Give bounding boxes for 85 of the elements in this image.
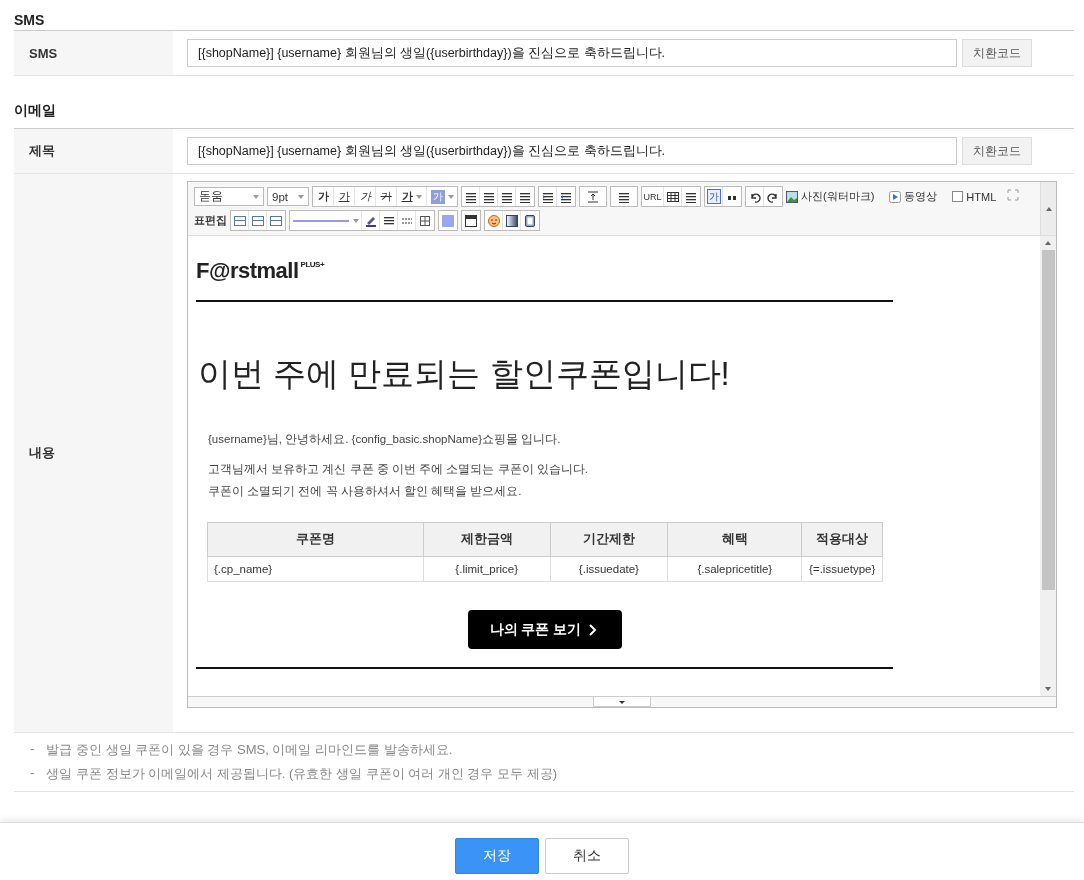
- toolbar-scrollbar[interactable]: [1040, 182, 1056, 235]
- note-text: 발급 중인 생일 쿠폰이 있을 경우 SMS, 이메일 리마인드를 발송하세요.: [46, 741, 453, 759]
- line-height-icon: [587, 190, 599, 203]
- align-right-icon: [500, 190, 513, 203]
- justify-icon: [519, 190, 531, 203]
- sms-input-field[interactable]: [{shopName}] {username} 회원님의 생일({userbirthday})을 진심으로 축하드립니다.: [187, 39, 957, 67]
- table-edit-label: 표편집: [194, 213, 227, 228]
- fill-swatch-icon: [442, 214, 454, 227]
- bullet: -: [30, 765, 35, 782]
- column-header: 제한금액: [423, 522, 551, 557]
- table-cell: {.cp_name}: [207, 556, 424, 582]
- field-label: 내용: [14, 174, 173, 732]
- message-text: 쿠폰이 소멸되기 전에 꼭 사용하셔서 할인 혜택을 받으세요.: [208, 484, 523, 499]
- caret-down-icon: [618, 698, 626, 705]
- emoticon-button[interactable]: [485, 211, 503, 230]
- table-cell: {.salepricetitle}: [667, 556, 802, 582]
- grid-icon: [419, 214, 431, 227]
- smiley-icon: [487, 214, 500, 227]
- bold-button[interactable]: 가: [313, 187, 334, 206]
- font-size-select[interactable]: 9pt: [267, 187, 309, 206]
- table-button[interactable]: [664, 187, 682, 206]
- underline-button[interactable]: 가: [334, 187, 355, 206]
- table-cell-icon: [251, 214, 264, 227]
- fullscreen-icon: [1007, 189, 1020, 201]
- table-header-icon: [465, 214, 477, 227]
- table-cell-icon: [270, 214, 282, 227]
- caret-icon: [415, 194, 422, 199]
- url-button[interactable]: URL: [642, 187, 664, 206]
- table-cell: {=.issuetype}: [801, 556, 883, 582]
- column-header: 쿠폰명: [207, 522, 424, 557]
- resize-handle[interactable]: [593, 697, 651, 707]
- substitution-code-button[interactable]: 치환코드: [962, 39, 1032, 67]
- scroll-up-icon[interactable]: [1044, 240, 1052, 246]
- insert-row-button[interactable]: [231, 211, 249, 230]
- play-icon: [889, 190, 902, 203]
- scroll-down-icon[interactable]: [1044, 686, 1052, 692]
- font-select[interactable]: 돋움: [194, 187, 264, 206]
- scroll-up-icon[interactable]: [1044, 206, 1053, 212]
- page-icon: [524, 214, 536, 227]
- gradient-square-icon: [505, 214, 518, 227]
- greeting-text: {username}님, 안녕하세요. {config_basic.shopName}쇼핑몰 입니다.: [208, 432, 562, 447]
- special-character-button[interactable]: 가: [705, 187, 723, 206]
- cancel-button[interactable]: 취소: [545, 838, 629, 874]
- outdent-icon: [560, 190, 572, 203]
- html-toggle[interactable]: HTML: [952, 190, 997, 203]
- rich-text-editor[interactable]: [187, 181, 1057, 708]
- email-heading: 이번 주에 만료되는 할인쿠폰입니다!: [198, 354, 731, 394]
- section-title: 이메일: [14, 101, 57, 120]
- align-left-icon: [464, 190, 477, 203]
- view-coupons-button[interactable]: 나의 쿠폰 보기: [467, 610, 622, 649]
- table-cell-icon: [233, 214, 246, 227]
- table-cell: {.issuedate}: [550, 556, 668, 582]
- field-label: 제목: [14, 129, 173, 173]
- subject-input-field[interactable]: [{shopName}] {username} 회원님의 생일({userbirthday})을 진심으로 축하드립니다.: [187, 137, 957, 165]
- lines-icon: [382, 214, 395, 227]
- caret-icon: [447, 194, 454, 199]
- column-header: 기간제한: [550, 522, 668, 557]
- italic-button[interactable]: 가: [355, 187, 376, 206]
- table-icon: [666, 190, 679, 203]
- landscape-icon: [786, 190, 798, 203]
- note-text: 생일 쿠폰 정보가 이메일에서 제공됩니다. (유효한 생일 쿠폰이 여러 개인 경우 모두 제공): [46, 765, 557, 783]
- field-label: SMS: [14, 31, 173, 75]
- video-button[interactable]: 동영상: [889, 189, 938, 204]
- pen-icon: [364, 214, 377, 227]
- redo-icon: [767, 190, 779, 203]
- caret-icon: [352, 218, 359, 223]
- column-header: 적용대상: [801, 522, 883, 557]
- undo-icon: [748, 190, 761, 203]
- align-center-icon: [482, 190, 495, 203]
- indent-icon: [541, 190, 554, 203]
- column-header: 혜택: [667, 522, 802, 557]
- insert-column-button[interactable]: [249, 211, 267, 230]
- html-checkbox[interactable]: [952, 191, 964, 202]
- substitution-code-button[interactable]: 치환코드: [962, 137, 1032, 165]
- photo-button[interactable]: 사진(워터마크): [786, 189, 875, 204]
- message-text: 고객님께서 보유하고 계신 쿠폰 중 이번 주에 소멸되는 쿠폰이 있습니다.: [208, 462, 589, 477]
- table-cell: {.limit_price}: [423, 556, 551, 582]
- caret-icon: [253, 194, 259, 199]
- bullet: -: [30, 741, 35, 758]
- strikethrough-button[interactable]: 가: [376, 187, 397, 206]
- text-color-button[interactable]: 가: [397, 187, 427, 206]
- section-title: SMS: [14, 11, 46, 30]
- caret-icon: [298, 194, 304, 199]
- gradient-button[interactable]: [503, 211, 521, 230]
- scrollbar[interactable]: [1040, 236, 1056, 696]
